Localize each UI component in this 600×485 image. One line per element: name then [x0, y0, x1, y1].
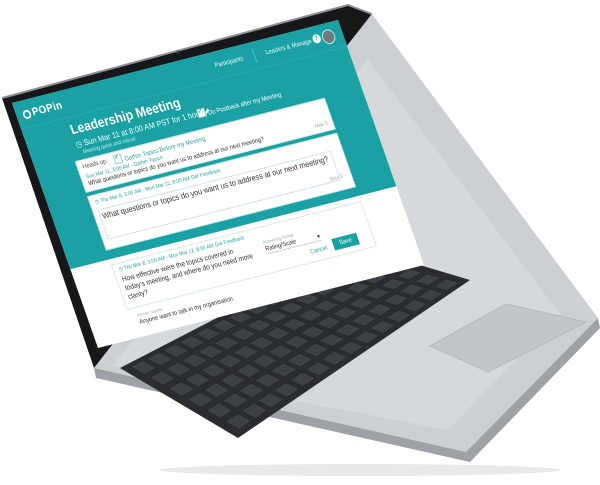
nav-divider — [251, 48, 258, 63]
chevron-down-icon: ▾ — [316, 233, 322, 241]
nav-leaders[interactable]: Leaders & Manage — [265, 38, 313, 56]
laptop-scene: POPin Participants Leaders & Manage ? Le… — [0, 0, 600, 485]
nav-participants[interactable]: Participants — [214, 55, 245, 68]
webcam-icon — [176, 50, 180, 54]
laptop-shadow — [160, 464, 560, 476]
help-icon[interactable]: ? — [311, 33, 323, 45]
save-button[interactable]: Save — [331, 232, 360, 251]
checkbox-icon[interactable] — [112, 153, 124, 165]
avatar[interactable] — [319, 28, 338, 46]
app-logo[interactable]: POPin — [21, 98, 65, 120]
char-note: Max 5 — [314, 121, 329, 130]
heads-up-label: Heads up: — [81, 158, 109, 171]
logo-text: POPin — [29, 98, 65, 119]
checkbox-icon[interactable] — [196, 107, 207, 119]
